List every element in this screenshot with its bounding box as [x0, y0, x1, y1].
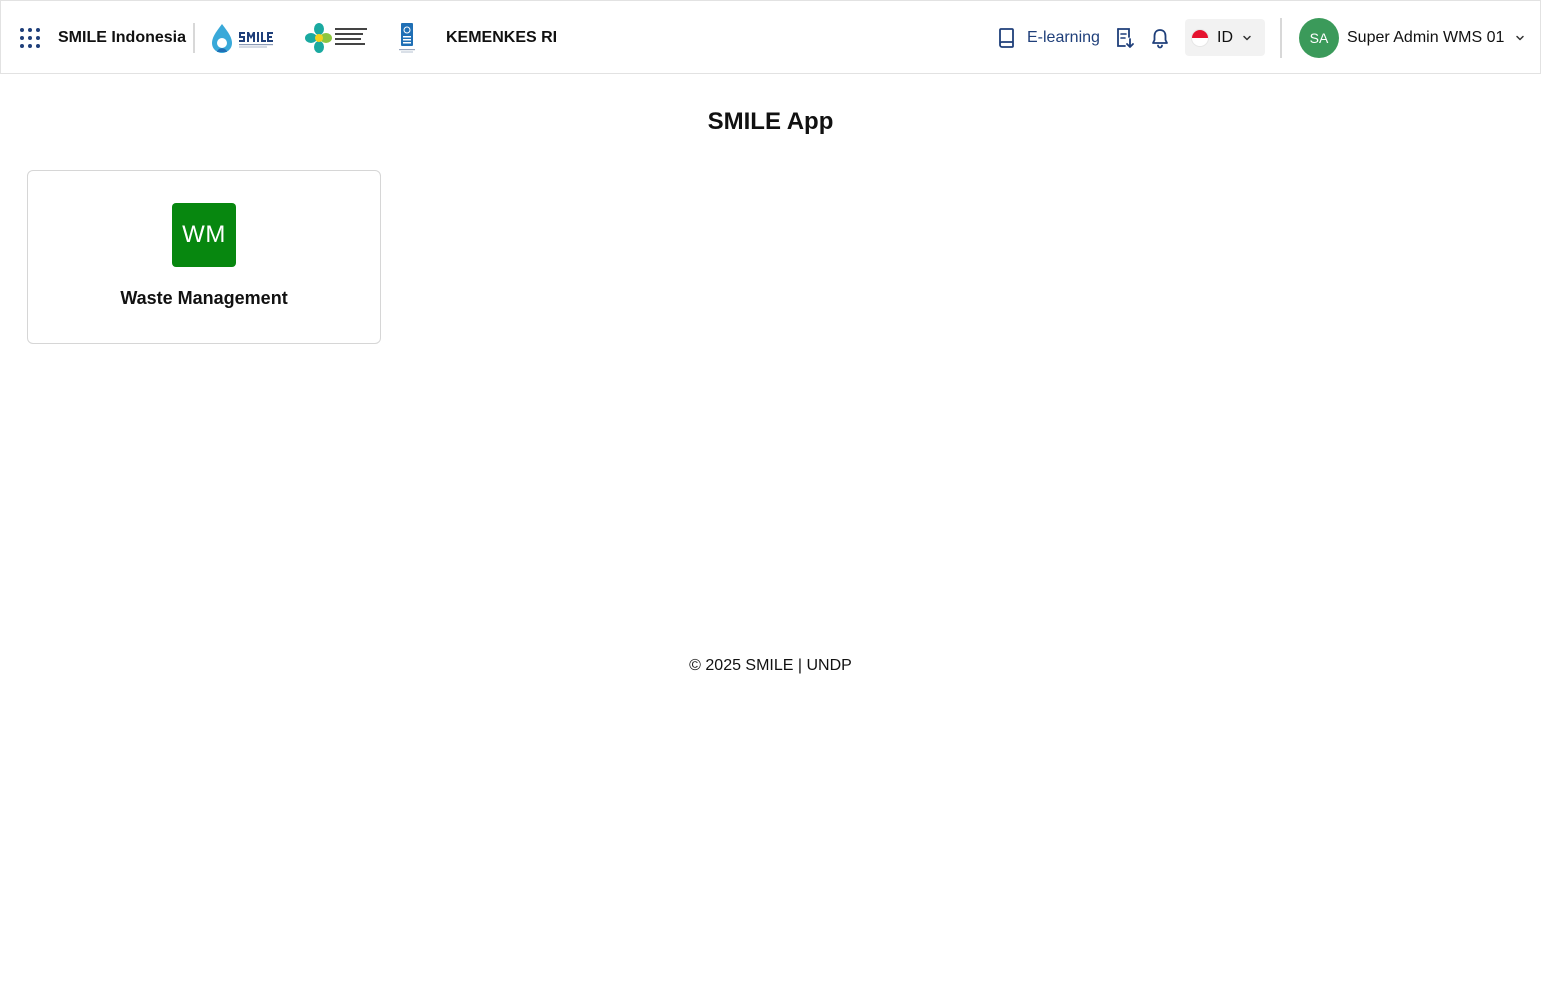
- bell-icon[interactable]: [1149, 27, 1171, 49]
- user-menu[interactable]: SA Super Admin WMS 01: [1299, 18, 1526, 58]
- elearning-link[interactable]: E-learning: [997, 26, 1100, 50]
- chevron-down-icon: [1243, 35, 1251, 40]
- user-name: Super Admin WMS 01: [1347, 29, 1505, 46]
- header-divider: [193, 23, 195, 53]
- top-navbar: SMILE Indonesia KEMENKES RI E-learning I…: [0, 0, 1541, 74]
- app-card-label: Waste Management: [120, 288, 288, 308]
- smile-logo: [212, 24, 275, 53]
- page-title: SMILE App: [707, 108, 834, 135]
- header-divider: [1280, 18, 1282, 58]
- kemenkes-logo: [305, 23, 367, 53]
- app-card-waste-management[interactable]: WM Waste Management: [27, 170, 381, 344]
- language-code: ID: [1217, 28, 1233, 46]
- book-icon: [999, 28, 1014, 48]
- app-tile-icon: WM: [172, 203, 236, 267]
- document-download-icon[interactable]: [1114, 27, 1136, 49]
- footer-copyright: © 2025 SMILE | UNDP: [689, 657, 852, 674]
- indonesia-flag-icon: [1191, 28, 1209, 47]
- organization-name: KEMENKES RI: [446, 29, 558, 46]
- language-select[interactable]: ID: [1185, 19, 1265, 56]
- avatar: SA: [1299, 18, 1339, 58]
- app-launcher-icon[interactable]: [20, 28, 40, 48]
- undp-logo: [399, 23, 415, 53]
- app-name: SMILE Indonesia: [58, 29, 187, 46]
- elearning-label: E-learning: [1027, 29, 1100, 46]
- chevron-down-icon: [1516, 35, 1525, 41]
